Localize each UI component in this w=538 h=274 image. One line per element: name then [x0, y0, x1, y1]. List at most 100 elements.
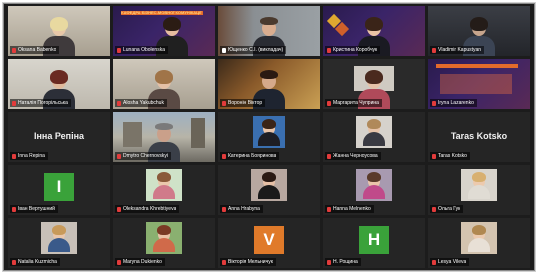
- name-plate: Maryna Dukienko: [115, 258, 165, 266]
- participant-tile[interactable]: Alosha Yakubchuk: [113, 59, 215, 109]
- muted-mic-icon: [222, 100, 226, 106]
- name-plate: Ольга Гук: [430, 205, 464, 213]
- name-plate: Катерина Бояринова: [220, 152, 280, 160]
- name-plate: Iryna Lazarenko: [430, 99, 477, 107]
- participant-tile[interactable]: Воронін Віктор: [218, 59, 320, 109]
- participant-grid: Oksana Babenko КАФЕДРА БІЗНЕС-МОВНОЇ КОМ…: [8, 6, 530, 268]
- participant-tile[interactable]: Hanna Melnenko: [323, 165, 425, 215]
- participant-name: Жанна Черноусова: [333, 153, 378, 159]
- muted-mic-icon: [12, 259, 16, 265]
- participant-name: Dmytro Chernovskyi: [123, 153, 169, 159]
- participant-name: Lesya Vileva: [438, 259, 467, 265]
- muted-mic-icon: [432, 206, 436, 212]
- participant-name: Inna Repina: [18, 153, 45, 159]
- name-plate: Маргарита Чуприна: [325, 99, 382, 107]
- muted-mic-icon: [432, 47, 436, 53]
- muted-mic-icon: [117, 153, 121, 159]
- avatar-initial: I: [44, 173, 74, 201]
- name-plate: Dmytro Chernovskyi: [115, 152, 172, 160]
- muted-mic-icon: [117, 206, 121, 212]
- participant-tile[interactable]: Lesya Vileva: [428, 218, 530, 268]
- name-plate: Natalia Kuzmicha: [10, 258, 60, 266]
- name-plate: Кристина Коробчук: [325, 46, 381, 54]
- participant-tile[interactable]: Taras Kotsko Taras Kotsko: [428, 112, 530, 162]
- muted-mic-icon: [327, 100, 331, 106]
- muted-mic-icon: [222, 259, 226, 265]
- participant-tile[interactable]: Iryna Lazarenko: [428, 59, 530, 109]
- name-plate: Ющенко С.І. (викладач): [220, 46, 287, 54]
- participant-tile[interactable]: Маргарита Чуприна: [323, 59, 425, 109]
- muted-mic-icon: [432, 153, 436, 159]
- muted-mic-icon: [12, 206, 16, 212]
- participant-tile[interactable]: Oksana Babenko: [8, 6, 110, 56]
- muted-mic-icon: [222, 206, 226, 212]
- participant-name: Hanna Melnenko: [333, 206, 371, 212]
- avatar-initial: V: [254, 226, 284, 254]
- muted-mic-icon: [117, 47, 121, 53]
- slide-content: [440, 74, 512, 94]
- participant-tile[interactable]: Dmytro Chernovskyi: [113, 112, 215, 162]
- participant-name: Кристина Коробчук: [333, 47, 378, 53]
- name-plate: Vladimir Kapustyan: [430, 46, 485, 54]
- participant-tile-active-speaker[interactable]: Ющенко С.І. (викладач): [218, 6, 320, 56]
- name-plate: Lunana Obolenska: [115, 46, 168, 54]
- name-plate: Вікторія Мельничук: [220, 258, 276, 266]
- participant-tile[interactable]: Ольга Гук: [428, 165, 530, 215]
- participant-photo: [468, 171, 490, 201]
- name-plate: Alosha Yakubchuk: [115, 99, 167, 107]
- muted-mic-icon: [327, 153, 331, 159]
- muted-mic-icon: [12, 47, 16, 53]
- participant-name: H. Рощина: [333, 259, 358, 265]
- slide-title-bar: [436, 64, 518, 68]
- participant-tile[interactable]: Катерина Бояринова: [218, 112, 320, 162]
- participant-photo: [258, 118, 280, 148]
- participant-name: Alosha Yakubchuk: [123, 100, 164, 106]
- video-gallery-window: Oksana Babenko КАФЕДРА БІЗНЕС-МОВНОЇ КОМ…: [3, 3, 535, 271]
- participant-name: Iryna Lazarenko: [438, 100, 474, 106]
- participant-display-name: Taras Kotsko: [450, 131, 508, 141]
- participant-tile[interactable]: Anna Hrabyna: [218, 165, 320, 215]
- muted-mic-icon: [327, 259, 331, 265]
- participant-photo: [363, 171, 385, 201]
- muted-mic-icon: [12, 153, 16, 159]
- participant-name: Наталія Погорільська: [18, 100, 68, 106]
- participant-tile[interactable]: Maryna Dukienko: [113, 218, 215, 268]
- participant-tile[interactable]: Кристина Коробчук: [323, 6, 425, 56]
- participant-tile[interactable]: H H. Рощина: [323, 218, 425, 268]
- participant-photo: [48, 224, 70, 254]
- muted-mic-icon: [432, 259, 436, 265]
- avatar-initial: H: [359, 226, 389, 254]
- participant-tile[interactable]: Natalia Kuzmicha: [8, 218, 110, 268]
- participant-name: Вікторія Мельничук: [228, 259, 273, 265]
- participant-photo: [258, 171, 280, 201]
- participant-photo: [468, 224, 490, 254]
- participant-photo: [153, 224, 175, 254]
- name-plate: Oleksandra Khrebtiyeva: [115, 205, 180, 213]
- participant-tile[interactable]: I Іван Вертушний: [8, 165, 110, 215]
- muted-mic-icon: [222, 47, 226, 53]
- participant-tile[interactable]: Жанна Черноусова: [323, 112, 425, 162]
- participant-name: Маргарита Чуприна: [333, 100, 379, 106]
- building: [123, 122, 142, 147]
- name-plate: Anna Hrabyna: [220, 205, 263, 213]
- participant-tile[interactable]: V Вікторія Мельничук: [218, 218, 320, 268]
- participant-tile[interactable]: КАФЕДРА БІЗНЕС-МОВНОЇ КОМУНІКАЦІЇ Lunana…: [113, 6, 215, 56]
- participant-name: Anna Hrabyna: [228, 206, 260, 212]
- participant-name: Vladimir Kapustyan: [438, 47, 482, 53]
- muted-mic-icon: [117, 259, 121, 265]
- participant-name: Lunana Obolenska: [123, 47, 165, 53]
- participant-tile[interactable]: Vladimir Kapustyan: [428, 6, 530, 56]
- participant-tile[interactable]: Інна Репіна Inna Repina: [8, 112, 110, 162]
- slide-title: КАФЕДРА БІЗНЕС-МОВНОЇ КОМУНІКАЦІЇ: [121, 10, 202, 15]
- name-plate: Жанна Черноусова: [325, 152, 381, 160]
- participant-tile[interactable]: Наталія Погорільська: [8, 59, 110, 109]
- name-plate: Lesya Vileva: [430, 258, 470, 266]
- participant-photo: [153, 171, 175, 201]
- muted-mic-icon: [12, 100, 16, 106]
- participant-tile[interactable]: Oleksandra Khrebtiyeva: [113, 165, 215, 215]
- participant-name: Taras Kotsko: [438, 153, 467, 159]
- name-plate: H. Рощина: [325, 258, 361, 266]
- participant-name: Катерина Бояринова: [228, 153, 277, 159]
- name-plate: Oksana Babenko: [10, 46, 60, 54]
- participant-name: Воронін Віктор: [228, 100, 263, 106]
